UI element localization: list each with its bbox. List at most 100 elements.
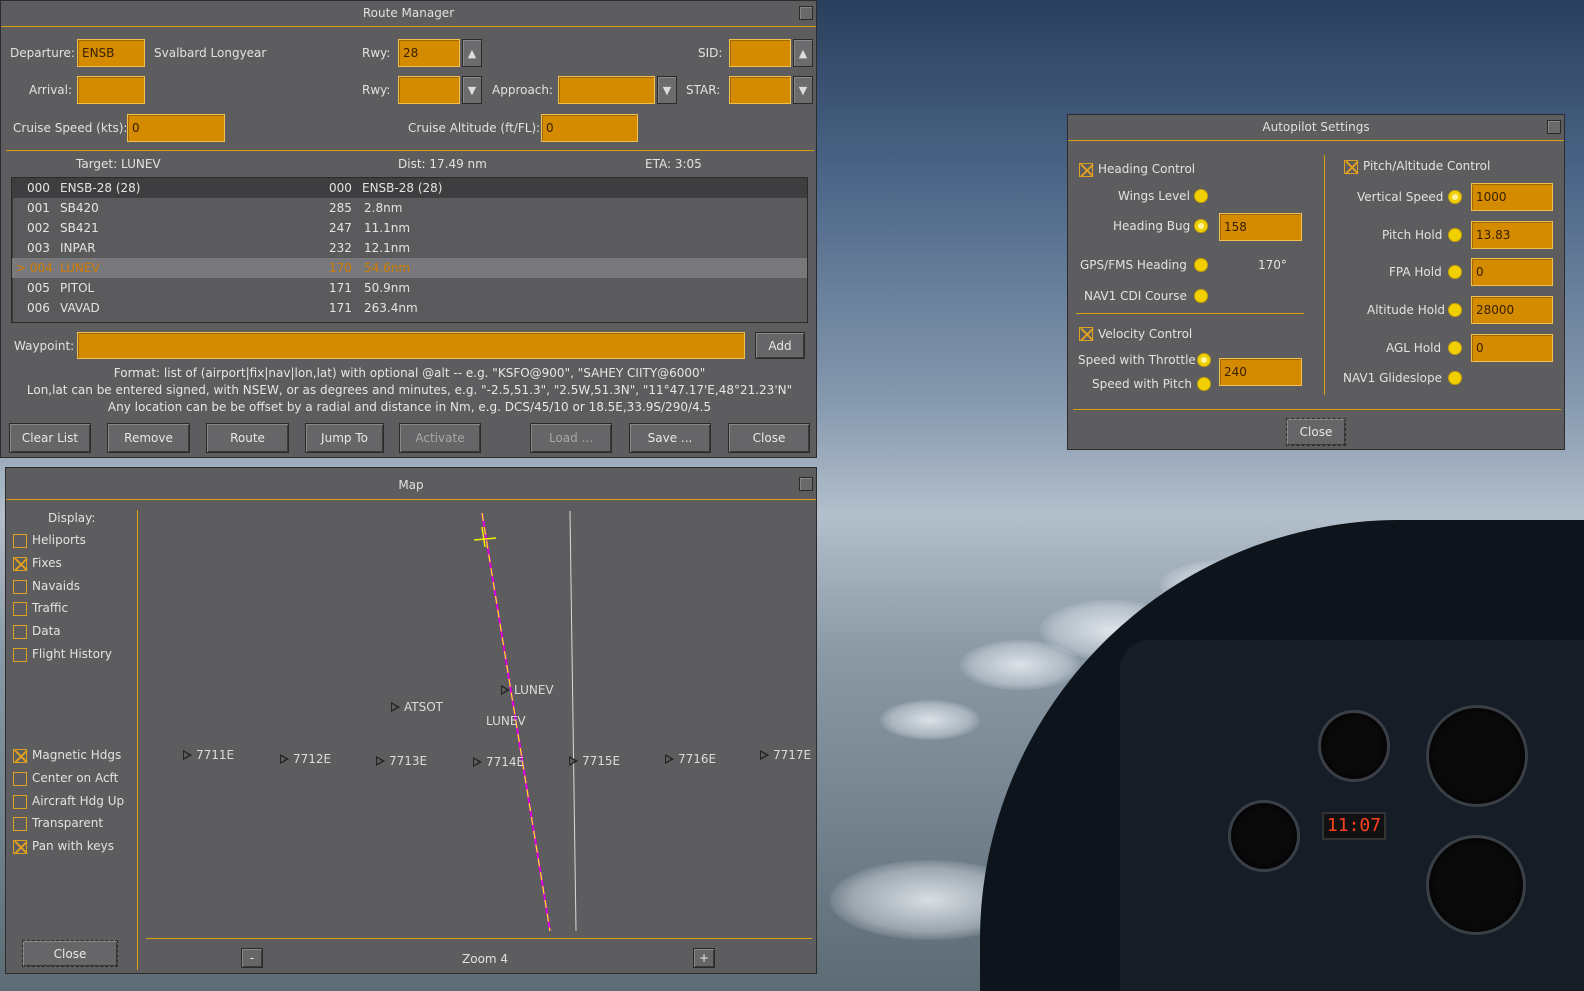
agl-hold-radio[interactable] <box>1448 341 1462 355</box>
map-option-checkbox[interactable] <box>13 817 27 832</box>
autopilot-close-button[interactable]: Close <box>1286 418 1346 446</box>
waypoint-row[interactable]: 002 SB421 247 11.1nm <box>12 218 807 238</box>
map-option-checkbox[interactable] <box>13 840 27 855</box>
map-option-checkbox[interactable] <box>13 625 27 640</box>
waypoint-heading: 170 <box>329 261 352 275</box>
map-close-button[interactable]: Close <box>22 940 118 967</box>
nav1-glideslope-radio[interactable] <box>1448 371 1462 385</box>
map-option-checkbox[interactable] <box>13 579 27 594</box>
map-fix[interactable]: 7716E <box>665 752 716 766</box>
sid-input[interactable] <box>729 39 791 67</box>
close-button[interactable]: Close <box>728 423 810 453</box>
route-manager-minimize-button[interactable] <box>799 6 813 20</box>
waypoint-row[interactable]: 001 SB420 285 2.8nm <box>12 198 807 218</box>
waypoint-name: SB421 <box>60 221 99 235</box>
remove-button[interactable]: Remove <box>107 423 190 453</box>
autopilot-minimize-button[interactable] <box>1547 120 1561 134</box>
heading-bug-radio[interactable] <box>1194 219 1208 233</box>
waypoint-distance: 50.9nm <box>364 281 411 295</box>
vertical-speed-radio[interactable] <box>1448 190 1462 204</box>
vertical-speed-input[interactable]: 1000 <box>1471 183 1553 211</box>
waypoint-row[interactable]: 000 ENSB-28 (28) 000 ENSB-28 (28) <box>12 178 807 198</box>
map-option-checkbox[interactable] <box>13 794 27 809</box>
map-fix[interactable]: 7713E <box>376 754 427 768</box>
altitude-hold-radio[interactable] <box>1448 303 1462 317</box>
map-option-checkbox[interactable] <box>13 771 27 786</box>
fix-triangle-icon <box>501 685 510 695</box>
departure-input[interactable]: ENSB <box>77 39 145 67</box>
jump-to-button[interactable]: Jump To <box>305 423 384 453</box>
sid-up-arrow-button[interactable]: ▲ <box>793 39 813 67</box>
map-option-checkbox[interactable] <box>13 648 27 662</box>
speed-with-throttle-radio[interactable] <box>1197 353 1211 367</box>
dep-rwy-input[interactable]: 28 <box>398 39 460 67</box>
map-option-checkbox[interactable] <box>13 556 27 571</box>
velocity-control-checkbox[interactable] <box>1079 327 1093 341</box>
waypoint-heading: 285 <box>329 201 352 215</box>
map-fix[interactable]: 7711E <box>183 748 234 762</box>
route-manager-titlebar[interactable]: Route Manager <box>1 1 816 27</box>
waypoint-row[interactable]: > 004 LUNEV 170 54.6nm <box>12 258 807 278</box>
pitch-hold-radio[interactable] <box>1448 228 1462 242</box>
cruise-altitude-input[interactable]: 0 <box>541 114 638 142</box>
waypoint-list[interactable]: 000 ENSB-28 (28) 000 ENSB-28 (28) 001 SB420 28… <box>11 177 808 323</box>
arrival-input[interactable] <box>77 76 145 104</box>
load-button[interactable]: Load ... <box>530 423 612 453</box>
fpa-hold-input[interactable]: 0 <box>1471 258 1553 286</box>
route-button[interactable]: Route <box>206 423 289 453</box>
map-option-checkbox[interactable] <box>13 602 27 617</box>
help-line: Format: list of (airport|fix|nav|lon,lat… <box>113 366 706 380</box>
map-fix[interactable]: LUNEV <box>501 683 554 697</box>
pitch-hold-input[interactable]: 13.83 <box>1471 221 1553 249</box>
cloud <box>960 640 1080 690</box>
approach-input[interactable] <box>558 76 655 104</box>
map-option-checkbox[interactable] <box>13 749 27 763</box>
departure-airport-name: Svalbard Longyear <box>154 46 267 60</box>
map-fix[interactable]: 7717E <box>760 748 811 762</box>
map-fix-label: 7711E <box>196 748 235 762</box>
waypoint-row[interactable]: 006 VAVAD 171 263.4nm <box>12 298 807 318</box>
map-fix[interactable]: 7715E <box>569 754 620 768</box>
map-fix[interactable]: ATSOT <box>391 700 443 714</box>
arr-rwy-input[interactable] <box>398 76 460 104</box>
cruise-speed-input[interactable]: 0 <box>127 114 225 142</box>
approach-down-arrow-button[interactable]: ▼ <box>657 76 677 104</box>
map-window: Map Display: Heliports Fixes Navaids Traffi… <box>5 467 817 974</box>
zoom-out-button[interactable]: - <box>241 948 263 968</box>
heading-control-checkbox[interactable] <box>1079 163 1093 177</box>
add-waypoint-button[interactable]: Add <box>755 332 805 359</box>
star-down-arrow-button[interactable]: ▼ <box>793 76 813 104</box>
heading-bug-input[interactable]: 158 <box>1219 213 1302 241</box>
altitude-hold-input[interactable]: 28000 <box>1471 296 1553 324</box>
map-option-label: Center on Acft <box>32 770 119 785</box>
nav1-cdi-course-radio[interactable] <box>1194 289 1208 303</box>
waypoint-row[interactable]: 003 INPAR 232 12.1nm <box>12 238 807 258</box>
waypoint-input[interactable] <box>77 332 745 359</box>
save-button[interactable]: Save ... <box>629 423 711 453</box>
map-fix[interactable]: 7712E <box>280 752 331 766</box>
map-fix[interactable]: 7714E <box>473 755 524 769</box>
zoom-in-button[interactable]: + <box>693 948 715 968</box>
speed-input[interactable]: 240 <box>1219 358 1302 386</box>
dep-rwy-up-arrow-button[interactable]: ▲ <box>462 39 482 67</box>
waypoint-index: 002 <box>27 221 50 235</box>
activate-button[interactable]: Activate <box>399 423 481 453</box>
map-minimize-button[interactable] <box>799 477 813 491</box>
map-titlebar[interactable]: Map <box>6 468 816 500</box>
waypoint-distance: 2.8nm <box>364 201 403 215</box>
map-option-checkbox[interactable] <box>13 534 27 548</box>
waypoint-row[interactable]: 005 PITOL 171 50.9nm <box>12 278 807 298</box>
map-canvas[interactable]: ATSOT LUNEV 7711E 7712E 7713E 7714E 7715E 7716E… <box>138 501 816 936</box>
fpa-hold-radio[interactable] <box>1448 265 1462 279</box>
distance-text: Dist: 17.49 nm <box>398 157 487 171</box>
agl-hold-input[interactable]: 0 <box>1471 334 1553 362</box>
arr-rwy-down-arrow-button[interactable]: ▼ <box>462 76 482 104</box>
clear-list-button[interactable]: Clear List <box>9 423 91 453</box>
dep-rwy-label: Rwy: <box>362 46 391 60</box>
gps-fms-heading-radio[interactable] <box>1194 258 1208 272</box>
speed-with-pitch-radio[interactable] <box>1197 377 1211 391</box>
pitch-altitude-control-checkbox[interactable] <box>1344 160 1358 174</box>
star-input[interactable] <box>729 76 791 104</box>
wings-level-radio[interactable] <box>1194 189 1208 203</box>
autopilot-titlebar[interactable]: Autopilot Settings <box>1068 115 1564 141</box>
